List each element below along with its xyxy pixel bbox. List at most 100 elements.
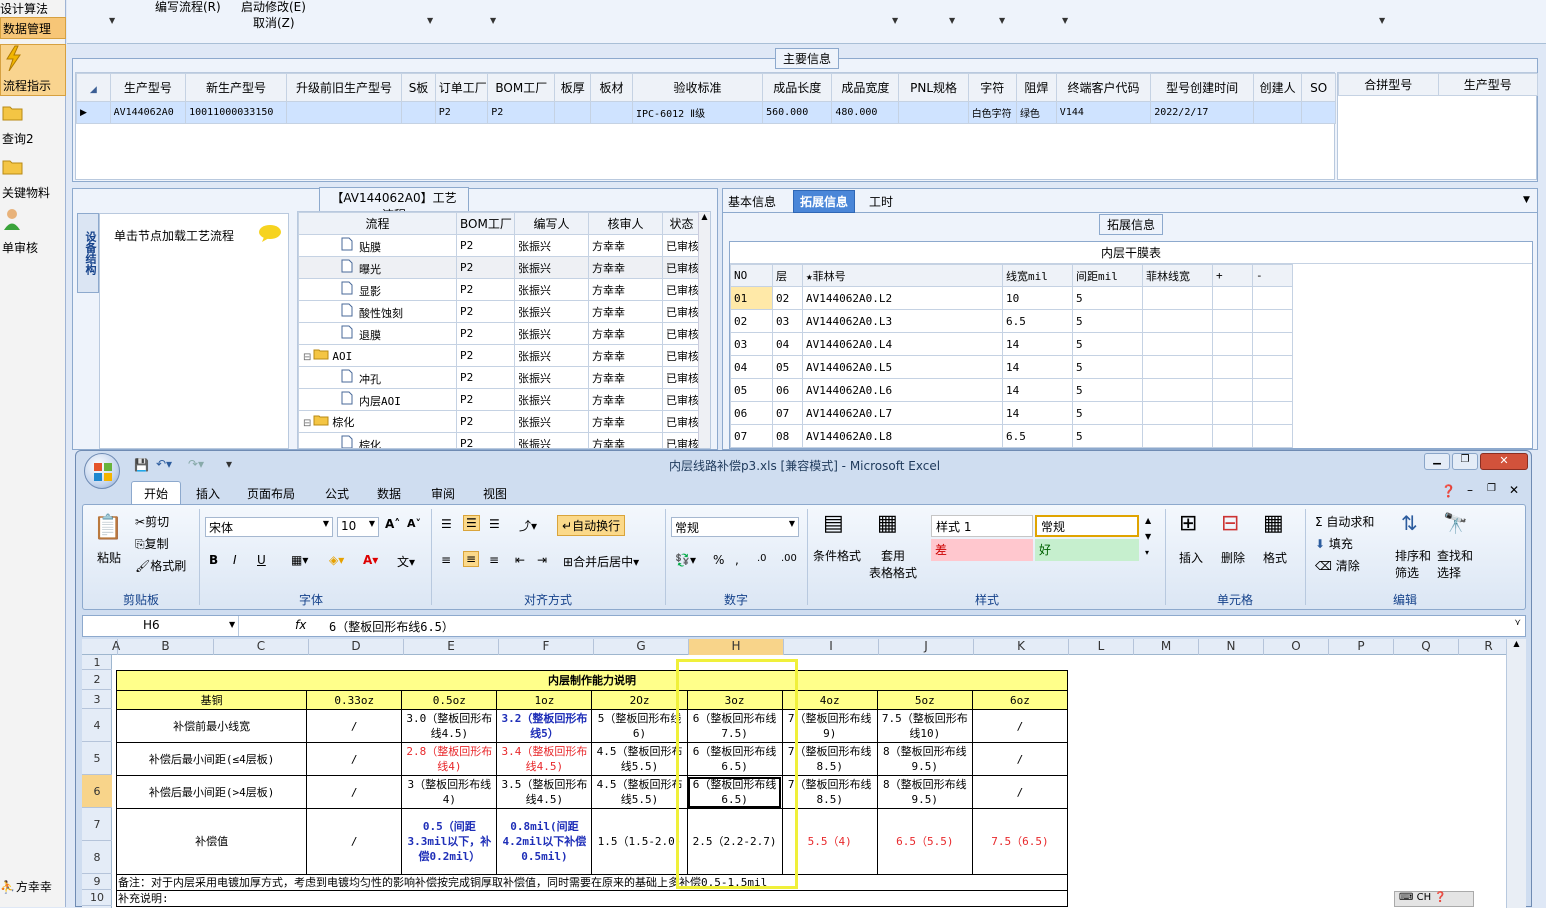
ribbon-tab-formula[interactable]: 公式 — [325, 485, 349, 502]
sheet-header-cell[interactable]: 5oz — [876, 690, 973, 710]
clear-button[interactable]: ⌫ 清除 — [1315, 557, 1360, 574]
ext-col-header[interactable]: 菲林线宽 — [1142, 264, 1213, 287]
process-col-header[interactable]: 流程 — [298, 212, 457, 235]
dropdown-arrow-icon[interactable]: ▼ — [999, 16, 1005, 25]
table-row[interactable]: 02 03 AV144062A0.L3 6.5 5 — [730, 309, 1293, 333]
font-name-select[interactable]: 宋体 ▼ — [205, 517, 333, 537]
main-col-header[interactable]: 订单工厂 — [434, 73, 489, 102]
process-name-cell[interactable]: ⊟ 棕化 — [298, 410, 457, 433]
process-cell[interactable]: 张振兴 — [514, 322, 589, 345]
ext-cell[interactable] — [1142, 286, 1213, 310]
main-col-header[interactable]: 终端客户代码 — [1055, 73, 1152, 102]
sheet-header-cell[interactable]: 0.33oz — [306, 690, 403, 710]
process-col-header[interactable]: BOM工厂 — [456, 212, 515, 235]
process-cell[interactable]: 张振兴 — [514, 410, 589, 433]
sheet-cell[interactable]: 5.5（4) — [781, 808, 878, 875]
menu-write-flow[interactable]: 编写流程(R) — [155, 0, 221, 15]
format-painter-button[interactable]: 🖌格式刷 — [135, 557, 186, 574]
main-col-header[interactable]: 型号创建时间 — [1150, 73, 1255, 102]
paste-icon[interactable]: 📋 — [93, 513, 123, 541]
ext-cell[interactable] — [1142, 332, 1213, 356]
sheet-cell[interactable]: 0.8mil(间距4.2mil以下补偿0.5mil) — [496, 808, 593, 875]
table-row[interactable]: 03 04 AV144062A0.L4 14 5 — [730, 332, 1293, 356]
find-select-button[interactable]: 查找和 选择 — [1437, 547, 1473, 581]
sheet-cell[interactable]: 6.5（5.5) — [876, 808, 973, 875]
main-col-header[interactable]: 生产型号 — [109, 73, 187, 102]
ext-cell[interactable]: 02 — [730, 309, 773, 333]
restore-button[interactable]: ❐ — [1452, 453, 1478, 470]
table-format-button[interactable]: 套用 表格格式 — [869, 547, 917, 581]
process-col-header[interactable]: 编写人 — [514, 212, 589, 235]
ext-col-header[interactable]: 层 — [772, 264, 803, 287]
process-col-header[interactable]: 状态 — [662, 212, 701, 235]
style-good-cell[interactable]: 好 — [1035, 539, 1139, 561]
process-cell[interactable]: 已审核 — [662, 344, 701, 367]
process-cell[interactable]: 张振兴 — [514, 388, 589, 411]
autosum-button[interactable]: Σ 自动求和 — [1315, 513, 1374, 530]
process-cell[interactable]: 张振兴 — [514, 256, 589, 279]
dropdown-arrow-icon[interactable]: ▼ — [892, 16, 898, 25]
ext-cell[interactable]: 05 — [772, 355, 803, 379]
process-cell[interactable]: 已审核 — [662, 388, 701, 411]
main-cell[interactable]: 560.000 — [762, 101, 833, 124]
column-header[interactable]: K — [974, 639, 1069, 655]
process-cell[interactable]: P2 — [456, 234, 515, 257]
ext-cell[interactable]: 14 — [1002, 355, 1073, 379]
process-name-cell[interactable]: 冲孔 — [298, 366, 457, 389]
table-row[interactable]: ⊟ 棕化 P2 张振兴 方幸幸 已审核 — [298, 410, 701, 433]
main-cell[interactable] — [554, 101, 592, 124]
cut-button[interactable]: ✂剪切 — [135, 513, 169, 530]
main-cell[interactable]: 绿色 — [1015, 101, 1057, 124]
border-icon[interactable]: ▦▾ — [291, 553, 308, 567]
nav-item-flow[interactable]: 流程指示 — [0, 44, 66, 96]
ribbon-restore-icon[interactable]: ❐ — [1487, 483, 1496, 494]
sheet-header-cell[interactable]: 3oz — [686, 690, 783, 710]
ribbon-tab-review[interactable]: 审阅 — [431, 485, 455, 502]
ext-col-header[interactable]: 线宽mil — [1002, 264, 1073, 287]
number-format-select[interactable]: 常规 ▼ — [671, 517, 799, 537]
decrease-indent-icon[interactable]: ⇤ — [515, 553, 525, 567]
column-header[interactable]: L — [1069, 639, 1134, 655]
process-cell[interactable]: 张振兴 — [514, 300, 589, 323]
sheet-header-cell[interactable]: 6oz — [971, 690, 1069, 710]
sheet-cell[interactable]: 7.5（整板回形布线10) — [876, 709, 973, 743]
ext-cell[interactable]: 14 — [1002, 378, 1073, 402]
main-col-header[interactable]: SO — [1301, 73, 1336, 102]
ext-cell[interactable]: AV144062A0.L8 — [802, 424, 1003, 448]
currency-icon[interactable]: 💱▾ — [675, 553, 696, 567]
formula-input[interactable]: 6（整板回形布线6.5） — [329, 618, 454, 635]
process-cell[interactable]: 方幸幸 — [588, 432, 663, 448]
process-cell[interactable]: 张振兴 — [514, 278, 589, 301]
ext-cell[interactable] — [1142, 424, 1213, 448]
main-cell[interactable] — [401, 101, 436, 124]
ext-cell-plus[interactable] — [1212, 378, 1253, 402]
ext-cell[interactable] — [1142, 309, 1213, 333]
ext-cell[interactable]: 5 — [1072, 355, 1143, 379]
fill-color-icon[interactable]: ◈▾ — [329, 553, 344, 567]
main-col-header[interactable]: 板厚 — [554, 73, 592, 102]
ext-cell[interactable]: 08 — [772, 424, 803, 448]
main-cell[interactable] — [1301, 101, 1336, 124]
main-col-header[interactable]: 验收标准 — [631, 73, 764, 102]
sheet-cell[interactable]: 2.8（整板回形布线4) — [401, 742, 498, 776]
process-name-cell[interactable]: 显影 — [298, 278, 457, 301]
sheet-header-cell[interactable]: 4oz — [781, 690, 878, 710]
menu-start-edit[interactable]: 启动修改(E) — [241, 0, 306, 15]
process-col-header[interactable]: 核审人 — [588, 212, 663, 235]
help-icon[interactable]: ❓ — [1441, 484, 1456, 498]
ext-col-header[interactable]: 间距mil — [1072, 264, 1143, 287]
vertical-scrollbar[interactable]: ▲ — [1506, 639, 1526, 908]
merge-model-header[interactable]: 合拼型号 — [1338, 73, 1439, 96]
ext-cell[interactable]: 06 — [772, 378, 803, 402]
align-bottom-icon[interactable]: ☰ — [489, 517, 500, 531]
ext-cell[interactable]: AV144062A0.L4 — [802, 332, 1003, 356]
ext-cell-plus[interactable] — [1212, 424, 1253, 448]
scroll-up-icon[interactable]: ▲ — [1507, 639, 1526, 648]
ext-cell-minus[interactable] — [1252, 355, 1293, 379]
row-header[interactable]: 1 — [82, 655, 112, 670]
main-cell[interactable]: V144 — [1055, 101, 1152, 124]
table-row[interactable]: 06 07 AV144062A0.L7 14 5 — [730, 401, 1293, 425]
table-row[interactable]: 酸性蚀刻 P2 张振兴 方幸幸 已审核 — [298, 300, 701, 323]
menu-cancel[interactable]: 取消(Z) — [253, 14, 295, 31]
sheet-cell[interactable]: 8（整板回形布线9.5) — [876, 742, 973, 776]
